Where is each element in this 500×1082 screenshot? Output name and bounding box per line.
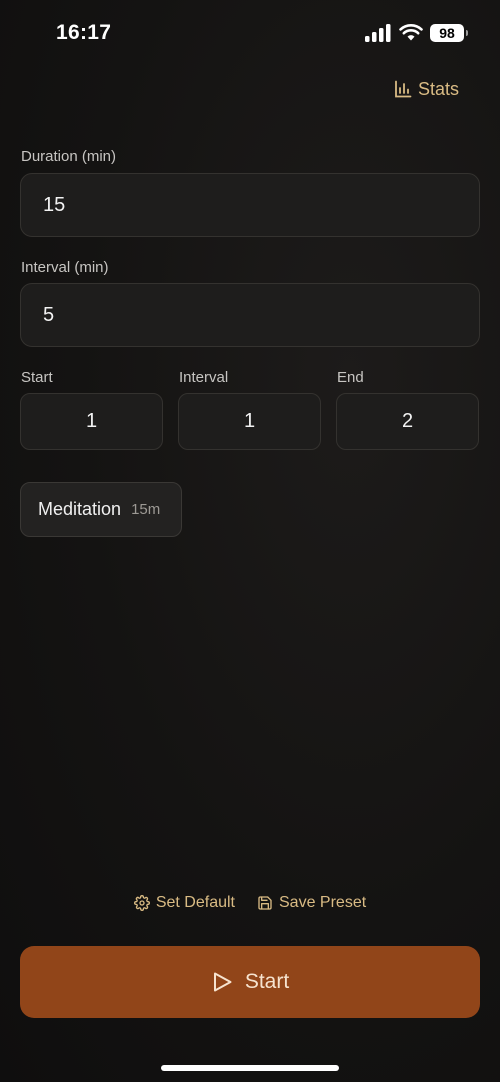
status-bar: 16:17 98	[0, 0, 500, 66]
wifi-icon	[399, 24, 423, 41]
start-bells-input[interactable]: 1	[20, 393, 163, 450]
preset-name: Meditation	[38, 499, 122, 519]
interval-label: Interval (min)	[21, 259, 109, 276]
start-bells-label: Start	[21, 369, 53, 386]
duration-input[interactable]: 15	[20, 173, 480, 237]
battery-indicator: 98	[430, 24, 468, 42]
interval-bells-label: Interval	[179, 369, 229, 386]
stats-label: Stats	[418, 78, 460, 99]
end-bells-label: End	[337, 369, 364, 386]
preset-chip-meditation[interactable]: Meditation 15m	[20, 482, 182, 537]
interval-input[interactable]: 5	[20, 283, 480, 347]
floppy-disk-icon	[258, 896, 272, 910]
duration-label: Duration (min)	[21, 148, 117, 165]
secondary-actions: Set Default Save Preset	[0, 892, 500, 914]
save-preset-button[interactable]: Save Preset	[257, 892, 366, 914]
cellular-signal-icon	[365, 24, 391, 42]
save-preset-label: Save Preset	[279, 894, 367, 911]
stats-button[interactable]: Stats	[394, 77, 459, 101]
preset-duration: 15m	[131, 501, 161, 518]
gear-icon	[133, 895, 150, 911]
set-default-label: Set Default	[155, 894, 235, 911]
set-default-button[interactable]: Set Default	[133, 892, 235, 914]
bar-chart-icon	[395, 80, 412, 98]
home-indicator[interactable]	[161, 1065, 339, 1071]
start-label: Start	[244, 970, 290, 993]
interval-bells-input[interactable]: 1	[178, 393, 321, 450]
end-bells-input[interactable]: 2	[336, 393, 479, 450]
start-button[interactable]: Start	[20, 946, 480, 1018]
status-time: 16:17	[56, 21, 112, 44]
play-icon	[213, 972, 232, 992]
